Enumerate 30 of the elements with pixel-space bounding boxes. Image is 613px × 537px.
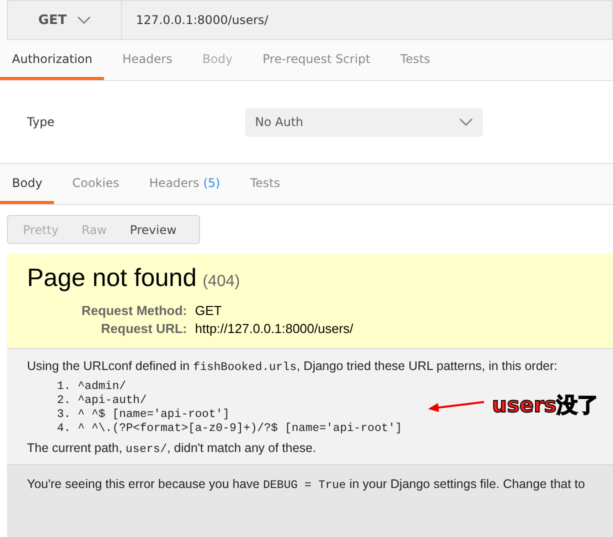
url-pattern: 3. ^ ^$ [name='api-root'] — [57, 408, 230, 421]
debug-note-text: You're seeing this error because you have DEBUG = True in your Django settings file. Change that to — [27, 477, 586, 492]
error-title: Page not found — [27, 264, 197, 293]
response-tab[interactable]: Cookies — [60, 164, 132, 204]
url-pattern: 1. ^admin/ — [57, 380, 126, 393]
url-field[interactable]: 127.0.0.1:8000/users/ — [122, 0, 613, 40]
request-tab[interactable]: Pre-request Script — [250, 40, 382, 80]
status-code: (404) — [202, 273, 240, 291]
view-mode-option[interactable]: Pretty — [8, 216, 67, 243]
type-label: Type — [26, 115, 56, 129]
field-label: Request URL: — [100, 321, 187, 336]
request-tab[interactable]: Headers — [110, 40, 184, 80]
view-mode-option[interactable]: Preview — [114, 216, 185, 243]
view-mode-option[interactable]: Raw — [66, 216, 115, 243]
current-path-text: The current path, users/, didn't match any of these. — [27, 441, 318, 456]
field-value: http://127.0.0.1:8000/users/ — [195, 321, 354, 336]
field-label: Request Method: — [80, 303, 187, 318]
field-value: GET — [195, 303, 223, 318]
response-tab[interactable]: Headers (5) — [137, 164, 232, 204]
annotation-text: users没了 — [492, 392, 599, 419]
annotation-arrow — [427, 399, 485, 413]
request-tab[interactable]: Tests — [388, 40, 442, 80]
chevron-down-icon — [76, 16, 91, 24]
intro-text: Using the URLconf defined in fishBooked.urls, Django tried these URL patterns, in this order: — [27, 359, 558, 374]
auth-type-dropdown[interactable]: No Auth — [245, 108, 483, 136]
response-tab[interactable]: Tests — [238, 164, 292, 204]
chevron-down-icon — [459, 118, 473, 126]
url-pattern: 4. ^ ^\.(?P<format>[a-z0-9]+)/?$ [name='api-root'] — [57, 422, 402, 435]
method-dropdown[interactable]: GET — [7, 0, 122, 40]
url-pattern: 2. ^api-auth/ — [57, 394, 147, 407]
